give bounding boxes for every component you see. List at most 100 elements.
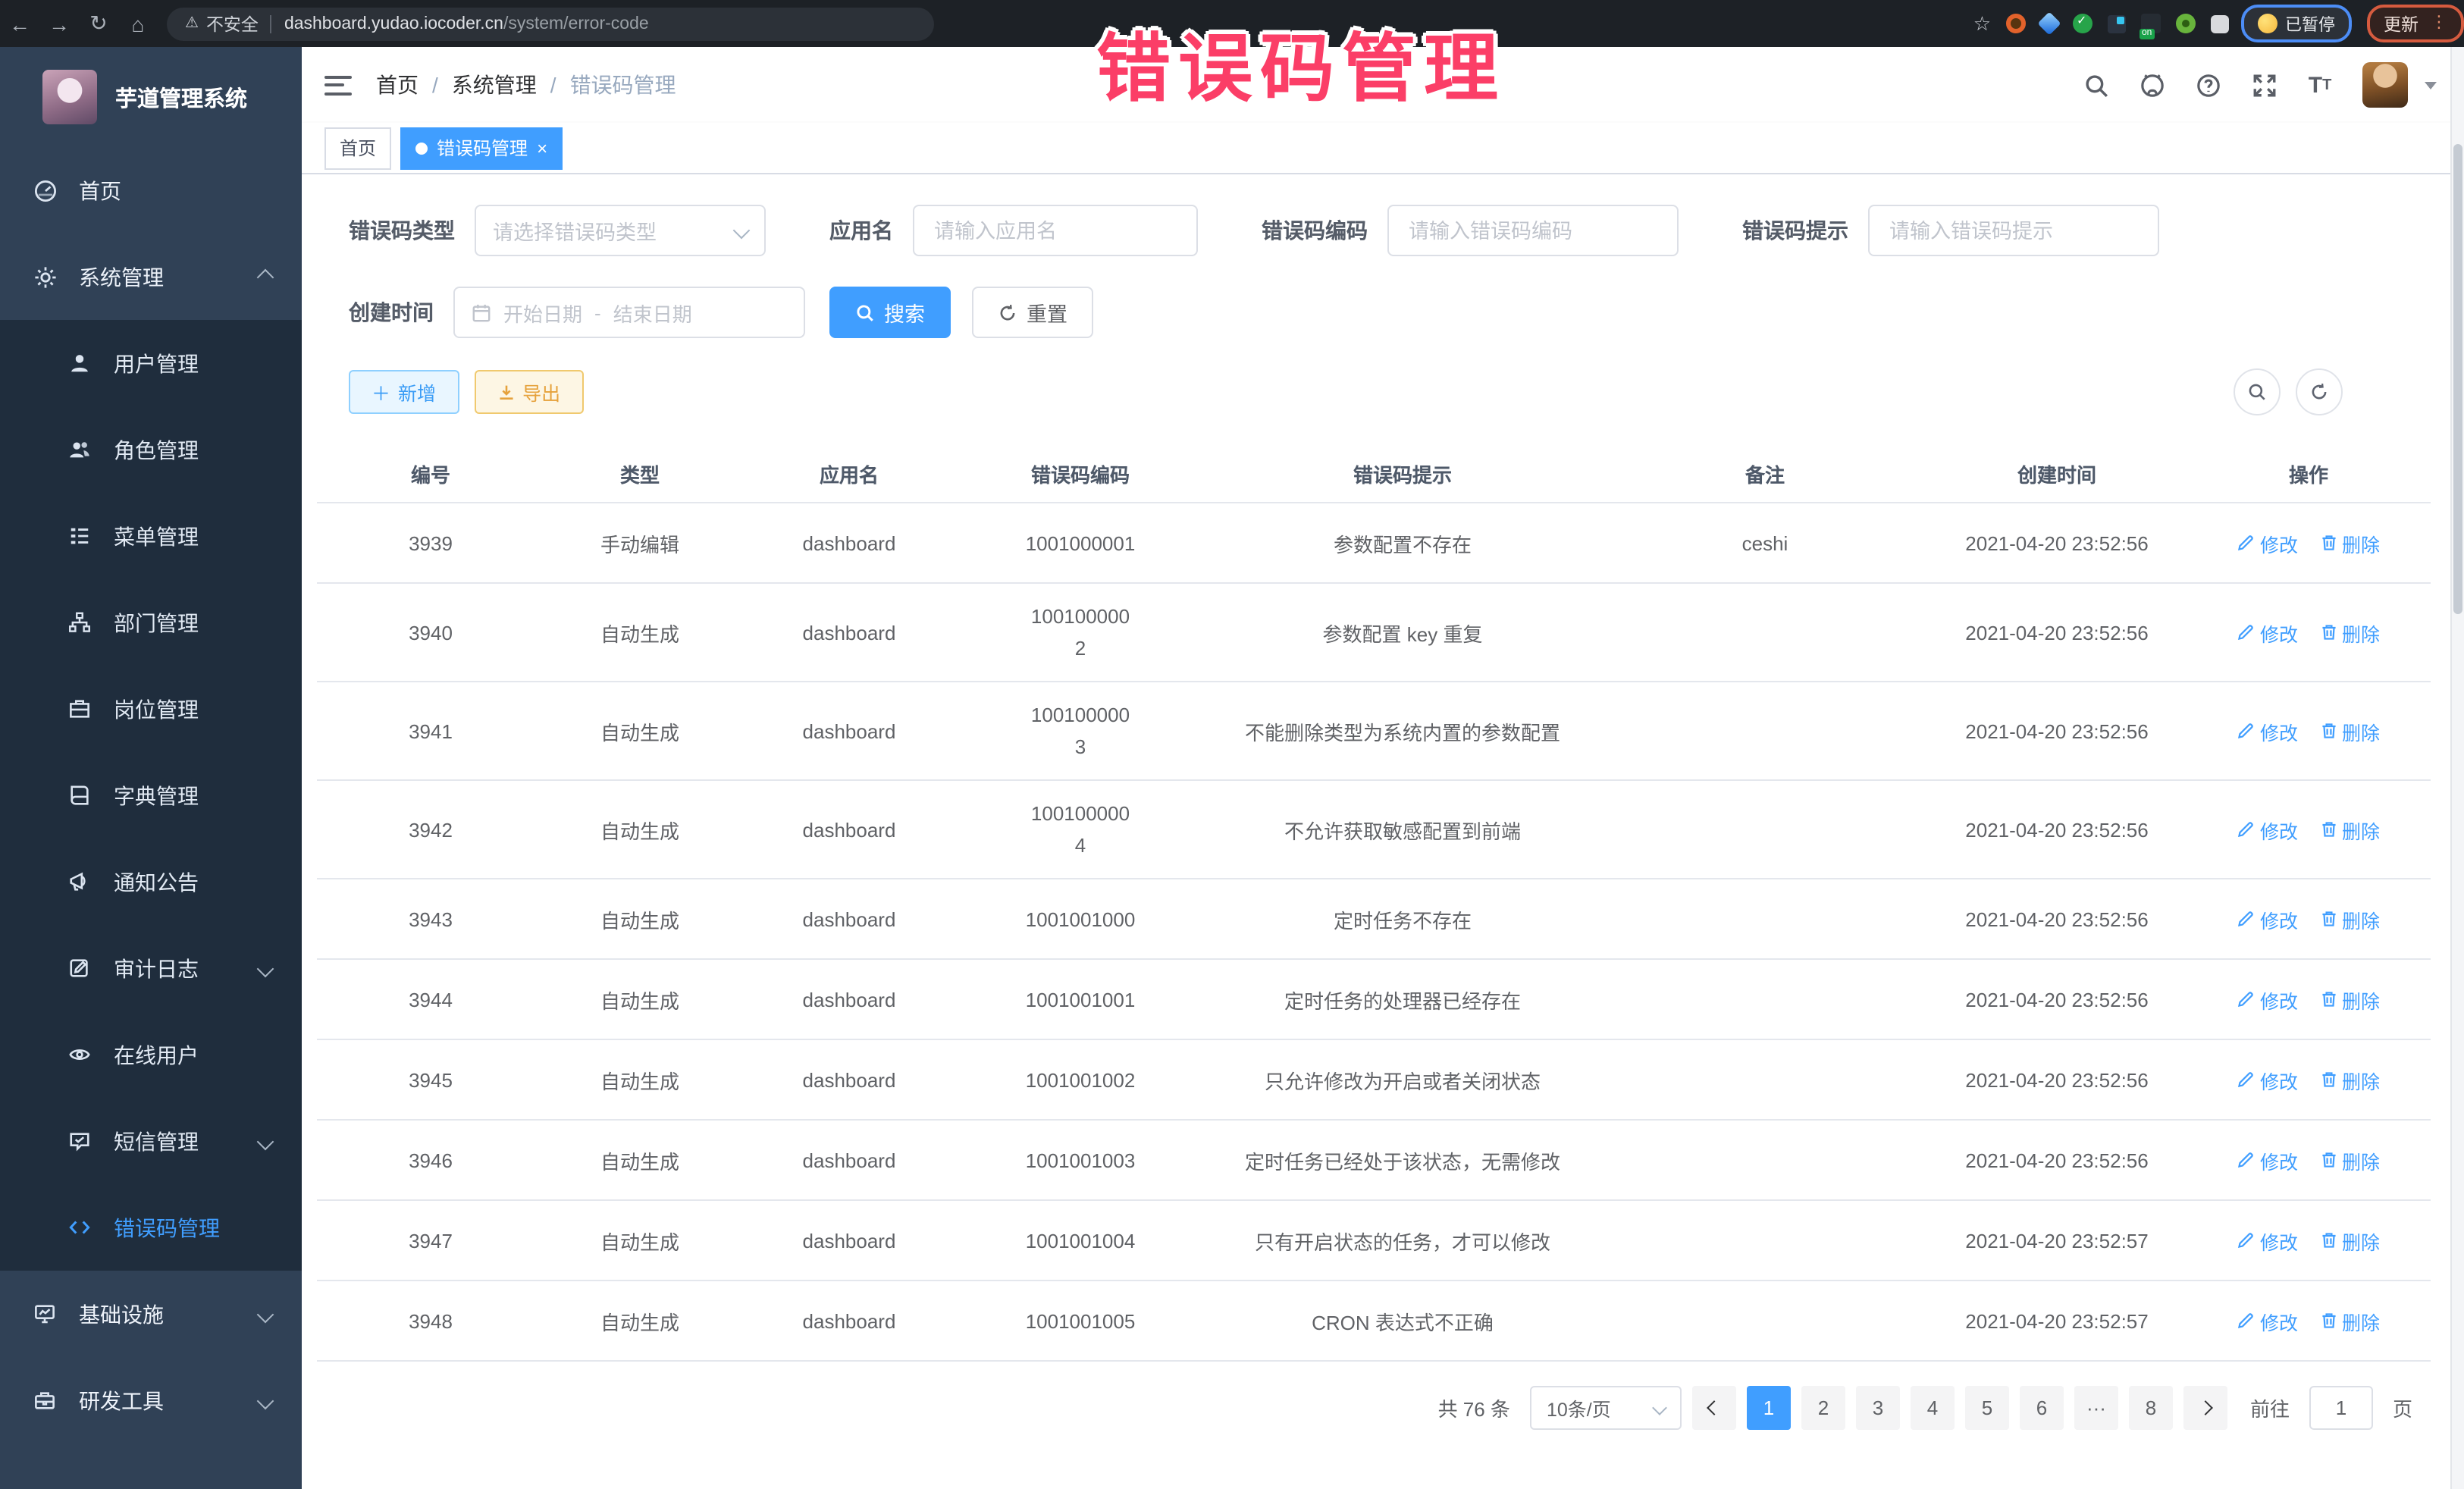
search-icon[interactable] — [2082, 71, 2109, 99]
table-row[interactable]: 3944 自动生成 dashboard 1001001001 定时任务的处理器已… — [317, 960, 2431, 1040]
page-button-1[interactable]: 1 — [1747, 1386, 1791, 1430]
error-message-input[interactable] — [1886, 218, 2141, 243]
scrollbar-thumb[interactable] — [2453, 144, 2462, 614]
create-time-range-picker[interactable]: 开始日期 - 结束日期 — [453, 287, 805, 338]
page-button-3[interactable]: 3 — [1856, 1386, 1900, 1430]
table-row[interactable]: 3943 自动生成 dashboard 1001001000 定时任务不存在 2… — [317, 879, 2431, 960]
delete-link[interactable]: 删除 — [2319, 815, 2380, 844]
sidebar-item-错误码管理[interactable]: 错误码管理 — [0, 1184, 302, 1271]
sidebar-item-用户管理[interactable]: 用户管理 — [0, 320, 302, 406]
browser-update-button[interactable]: 更新 ⋮ — [2367, 5, 2464, 42]
page-scrollbar[interactable] — [2450, 47, 2464, 1489]
extension-gem-icon[interactable] — [2037, 11, 2061, 35]
security-label[interactable]: 不安全 — [206, 11, 259, 36]
address-bar[interactable]: ⚠ 不安全 dashboard.yudao.iocoder.cn/system/… — [167, 7, 934, 40]
delete-link[interactable]: 删除 — [2319, 985, 2380, 1014]
browser-menu-dots-icon[interactable]: ⋮ — [2431, 15, 2447, 32]
extension-on-badge-icon[interactable] — [2141, 14, 2161, 33]
edit-link[interactable]: 修改 — [2237, 815, 2298, 844]
sidebar-item-系统管理[interactable]: 系统管理 — [0, 234, 302, 320]
delete-link[interactable]: 删除 — [2319, 1306, 2380, 1335]
table-row[interactable]: 3948 自动生成 dashboard 1001001005 CRON 表达式不… — [317, 1281, 2431, 1362]
table-row[interactable]: 3946 自动生成 dashboard 1001001003 定时任务已经处于该… — [317, 1121, 2431, 1201]
tag-首页[interactable]: 首页 — [324, 127, 391, 169]
edit-link[interactable]: 修改 — [2237, 904, 2298, 933]
reload-icon[interactable]: ↻ — [79, 11, 118, 36]
user-avatar[interactable] — [2362, 62, 2408, 108]
reset-button[interactable]: 重置 — [972, 287, 1093, 338]
delete-link[interactable]: 删除 — [2319, 716, 2380, 745]
app-name-input[interactable] — [931, 218, 1180, 243]
table-row[interactable]: 3945 自动生成 dashboard 1001001002 只允许修改为开启或… — [317, 1040, 2431, 1121]
bookmark-star-icon[interactable]: ☆ — [1973, 11, 1991, 36]
page-button-4[interactable]: 4 — [1911, 1386, 1955, 1430]
delete-link[interactable]: 删除 — [2319, 1146, 2380, 1174]
page-size-select[interactable]: 10条/页 — [1530, 1386, 1682, 1430]
close-icon[interactable]: × — [537, 139, 547, 157]
sidebar-item-部门管理[interactable]: 部门管理 — [0, 579, 302, 666]
page-ellipsis-button[interactable]: ··· — [2074, 1386, 2118, 1430]
error-code-type-select[interactable]: 请选择错误码类型 — [475, 205, 766, 256]
edit-link[interactable]: 修改 — [2237, 716, 2298, 745]
edit-link[interactable]: 修改 — [2237, 1306, 2298, 1335]
edit-link[interactable]: 修改 — [2237, 1065, 2298, 1094]
delete-link[interactable]: 删除 — [2319, 528, 2380, 557]
forward-icon[interactable]: → — [39, 11, 79, 36]
sidebar-item-岗位管理[interactable]: 岗位管理 — [0, 666, 302, 752]
prev-page-button[interactable] — [1692, 1386, 1736, 1430]
add-button[interactable]: ＋新增 — [349, 370, 459, 414]
page-button-2[interactable]: 2 — [1801, 1386, 1845, 1430]
sidebar-item-审计日志[interactable]: 审计日志 — [0, 925, 302, 1011]
delete-link[interactable]: 删除 — [2319, 618, 2380, 647]
goto-page-input[interactable] — [2309, 1386, 2373, 1430]
sidebar-item-角色管理[interactable]: 角色管理 — [0, 406, 302, 493]
extension-orange-icon[interactable] — [2006, 14, 2026, 33]
edit-link[interactable]: 修改 — [2237, 985, 2298, 1014]
error-code-input[interactable] — [1406, 218, 1660, 243]
sidebar-item-研发工具[interactable]: 研发工具 — [0, 1357, 302, 1444]
refresh-table-button[interactable] — [2296, 368, 2343, 415]
delete-link[interactable]: 删除 — [2319, 1065, 2380, 1094]
edit-link[interactable]: 修改 — [2237, 1146, 2298, 1174]
sidebar-item-短信管理[interactable]: 短信管理 — [0, 1098, 302, 1184]
sidebar-item-基础设施[interactable]: 基础设施 — [0, 1271, 302, 1357]
sidebar-item-在线用户[interactable]: 在线用户 — [0, 1011, 302, 1098]
toggle-search-button[interactable] — [2234, 368, 2281, 415]
delete-link[interactable]: 删除 — [2319, 904, 2380, 933]
extension-green-icon[interactable] — [2073, 14, 2093, 33]
table-row[interactable]: 3940 自动生成 dashboard 100100000 2 参数配置 key… — [317, 584, 2431, 682]
edit-link[interactable]: 修改 — [2237, 528, 2298, 557]
font-size-icon[interactable]: TT — [2306, 71, 2334, 99]
fullscreen-icon[interactable] — [2250, 71, 2277, 99]
extensions-puzzle-icon[interactable] — [2211, 14, 2229, 33]
sidebar-item-字典管理[interactable]: 字典管理 — [0, 752, 302, 839]
avatar-caret-icon[interactable] — [2425, 81, 2437, 89]
github-icon[interactable] — [2138, 71, 2165, 99]
sidebar-logo[interactable]: 芋道管理系统 — [0, 47, 302, 147]
edit-link[interactable]: 修改 — [2237, 618, 2298, 647]
delete-link[interactable]: 删除 — [2319, 1226, 2380, 1255]
table-row[interactable]: 3947 自动生成 dashboard 1001001004 只有开启状态的任务… — [317, 1201, 2431, 1281]
browser-profile-chip[interactable]: 已暂停 — [2241, 5, 2352, 42]
help-icon[interactable] — [2194, 71, 2221, 99]
back-icon[interactable]: ← — [0, 11, 39, 36]
table-row[interactable]: 3939 手动编辑 dashboard 1001000001 参数配置不存在 c… — [317, 503, 2431, 584]
sidebar-item-通知公告[interactable]: 通知公告 — [0, 839, 302, 925]
next-page-button[interactable] — [2183, 1386, 2227, 1430]
table-row[interactable]: 3942 自动生成 dashboard 100100000 4 不允许获取敏感配… — [317, 781, 2431, 879]
extension-grid-icon[interactable] — [2108, 14, 2126, 33]
extension-key-icon[interactable] — [2176, 14, 2196, 33]
hamburger-icon[interactable] — [324, 75, 352, 95]
tag-错误码管理[interactable]: 错误码管理× — [400, 127, 563, 169]
page-button-8[interactable]: 8 — [2129, 1386, 2173, 1430]
home-icon[interactable]: ⌂ — [118, 11, 158, 36]
export-button[interactable]: 导出 — [474, 370, 583, 414]
page-button-5[interactable]: 5 — [1965, 1386, 2009, 1430]
search-button[interactable]: 搜索 — [829, 287, 951, 338]
breadcrumb-home[interactable]: 首页 — [376, 70, 419, 100]
breadcrumb-system[interactable]: 系统管理 — [452, 70, 537, 100]
table-row[interactable]: 3941 自动生成 dashboard 100100000 3 不能删除类型为系… — [317, 682, 2431, 781]
sidebar-item-菜单管理[interactable]: 菜单管理 — [0, 493, 302, 579]
sidebar-item-首页[interactable]: 首页 — [0, 147, 302, 234]
page-button-6[interactable]: 6 — [2020, 1386, 2064, 1430]
